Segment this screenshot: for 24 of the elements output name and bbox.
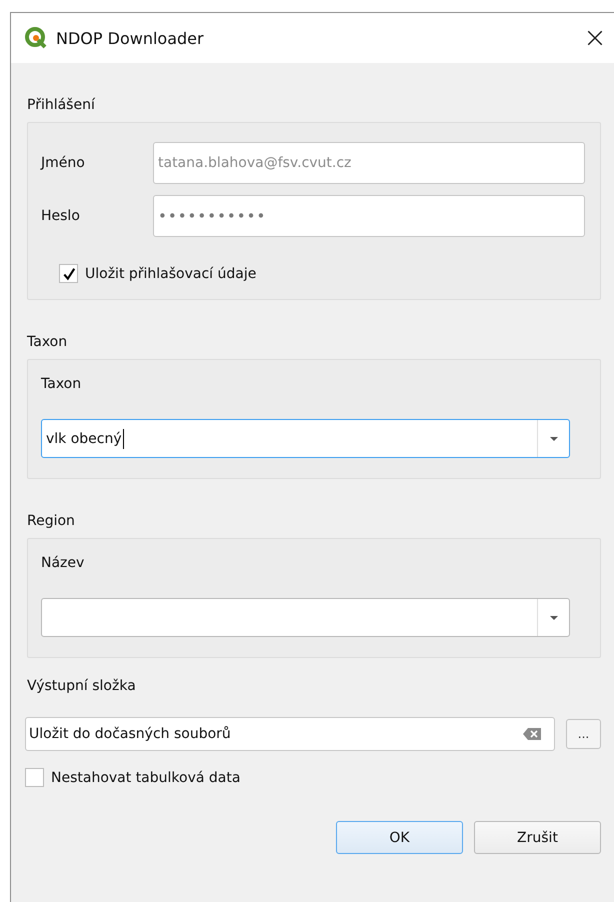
- cancel-button[interactable]: Zrušit: [474, 821, 601, 854]
- combo-box[interactable]: [41, 598, 570, 637]
- checkbox-label: Nestahovat tabulková data: [51, 770, 240, 786]
- combo-box[interactable]: vlk obecný: [41, 419, 570, 458]
- password-field[interactable]: •••••••••••: [153, 195, 585, 237]
- field-label: Taxon: [41, 376, 82, 392]
- field-label: Heslo: [41, 208, 81, 224]
- folder-path-field[interactable]: Uložit do dočasných souborů: [25, 717, 555, 751]
- section-title: Přihlášení: [27, 97, 96, 114]
- section-title: Region: [27, 513, 76, 530]
- window-title: NDOP Downloader: [56, 28, 205, 48]
- close-icon[interactable]: [586, 29, 604, 47]
- section-title: Výstupní složka: [27, 678, 137, 695]
- browse-button[interactable]: ...: [566, 719, 601, 749]
- checkmark-icon: [62, 266, 76, 280]
- section-title: Taxon: [27, 334, 68, 351]
- clear-icon[interactable]: [522, 727, 542, 741]
- field-label: Jméno: [41, 155, 86, 171]
- checkbox-label: Uložit přihlašovací údaje: [85, 266, 256, 282]
- ok-button[interactable]: OK: [336, 821, 463, 854]
- checkbox[interactable]: [25, 768, 44, 787]
- app-logo-icon: [24, 26, 48, 50]
- field-label: Název: [41, 555, 86, 571]
- checkbox[interactable]: [59, 264, 78, 283]
